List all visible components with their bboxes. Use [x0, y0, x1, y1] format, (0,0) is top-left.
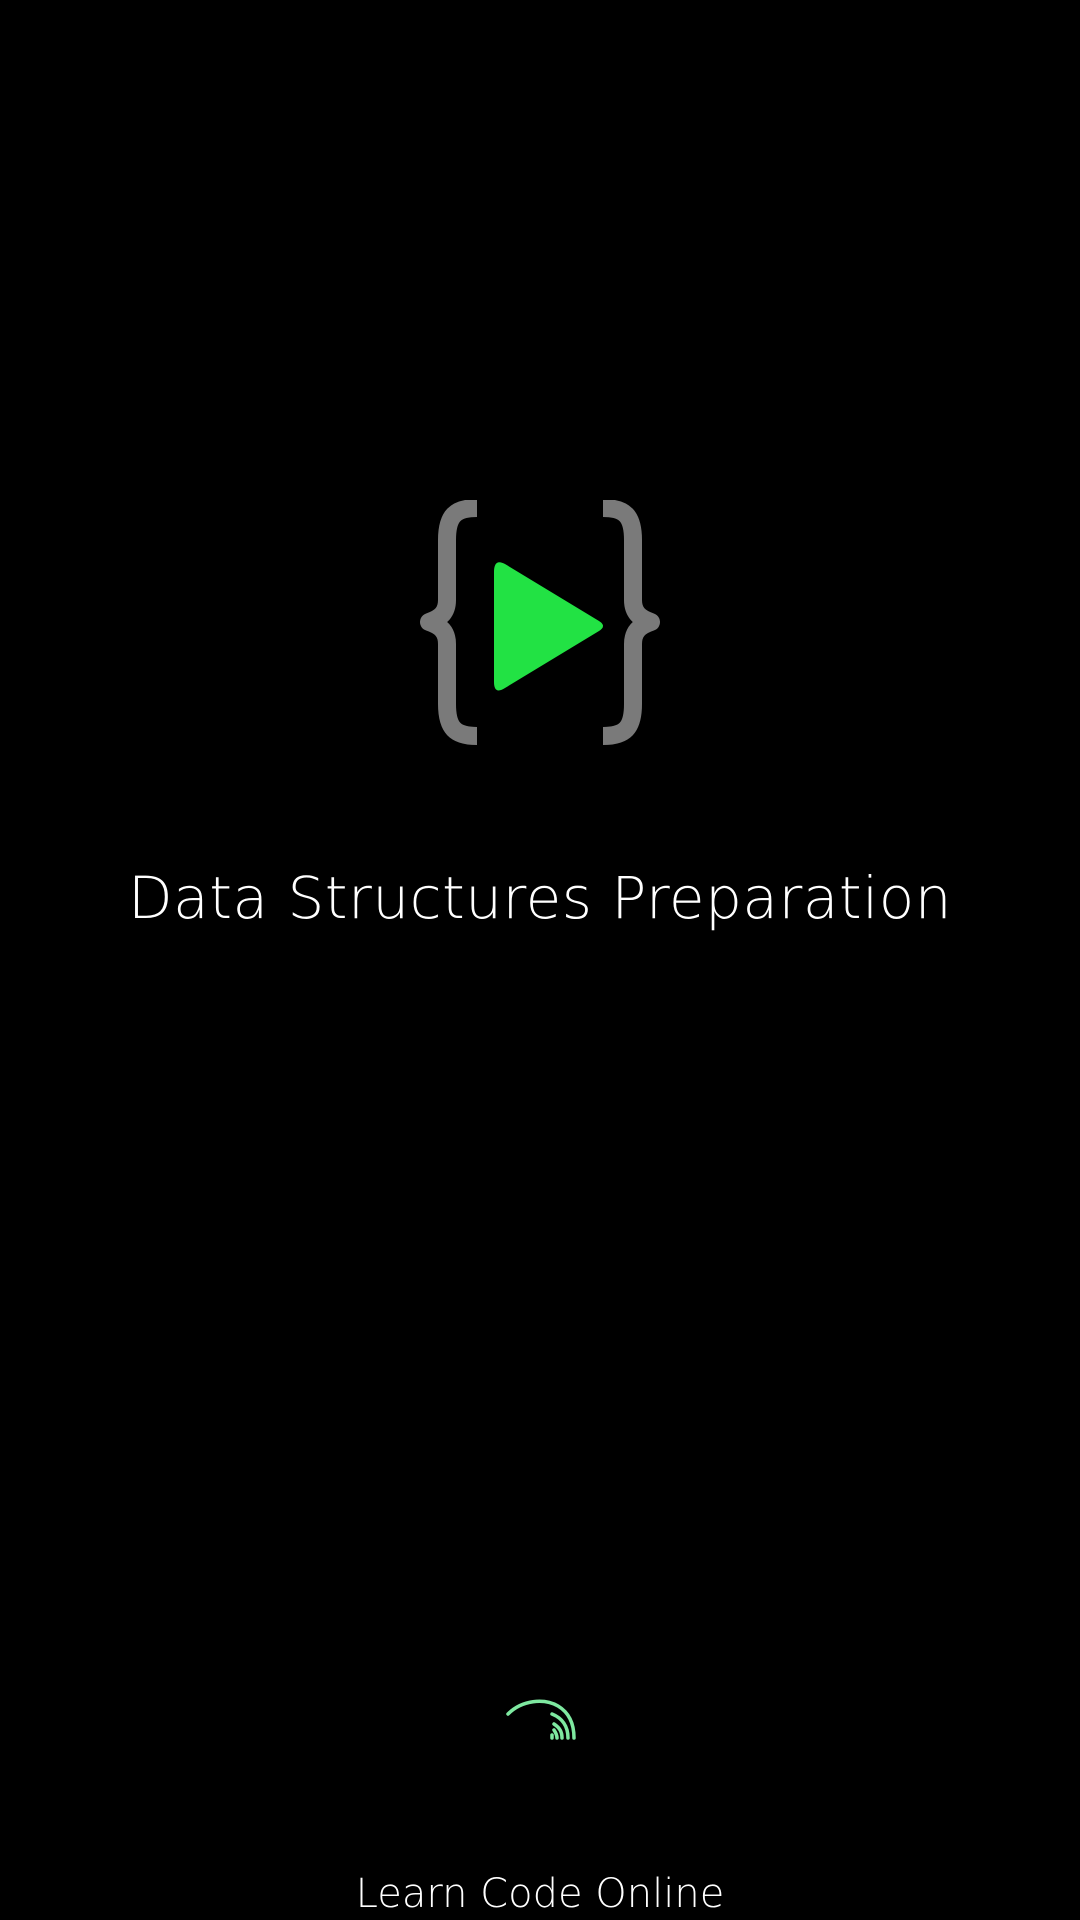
loading-spinner-icon — [506, 1699, 576, 1740]
right-brace — [602, 500, 660, 745]
footer-brand-text: Learn Code Online — [355, 1871, 725, 1917]
braces-play-icon — [420, 500, 660, 745]
app-logo — [415, 500, 665, 750]
loading-spinner — [500, 1688, 590, 1748]
left-brace — [420, 500, 478, 745]
app-title: Data Structures Preparation — [128, 864, 952, 932]
play-triangle — [494, 562, 603, 691]
